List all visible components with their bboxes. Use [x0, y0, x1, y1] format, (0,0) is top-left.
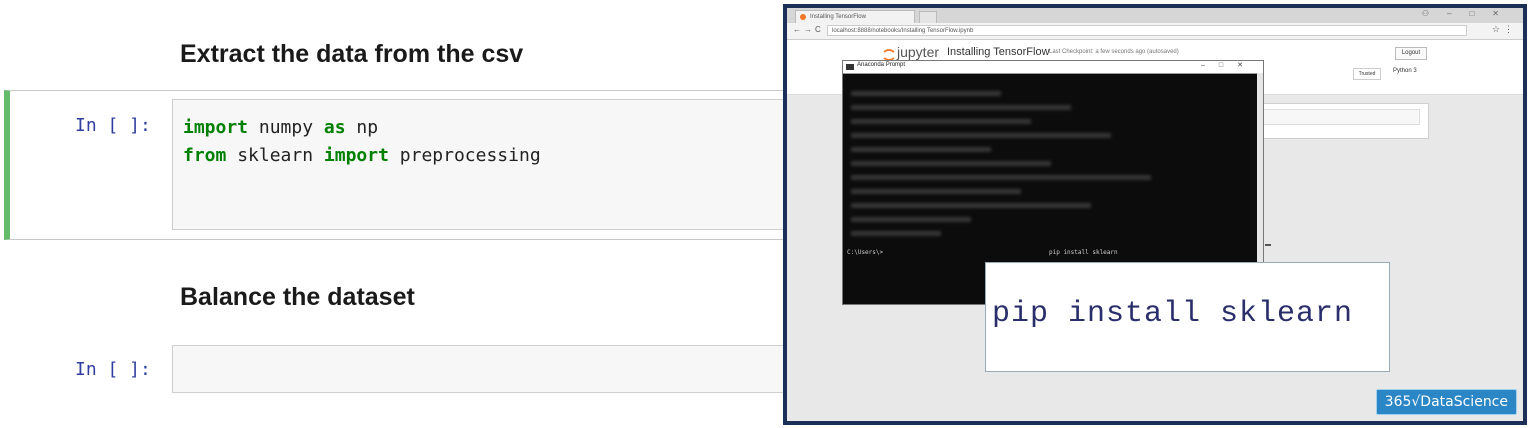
browser-tab[interactable]: Installing TensorFlow: [795, 10, 915, 23]
blurred-output-line: [851, 119, 1031, 124]
url-field[interactable]: localhost:8888/notebooks/Installing Tens…: [827, 25, 1467, 36]
mouse-cursor-icon: [1265, 244, 1271, 246]
terminal-prompt: C:\Users\>: [847, 249, 884, 256]
code-text: numpy: [248, 117, 324, 138]
code-cell-input[interactable]: import numpy as np from sklearn import p…: [172, 99, 792, 230]
empty-code-cell-input[interactable]: [172, 345, 792, 393]
blurred-output-line: [851, 217, 971, 222]
blurred-output-line: [851, 91, 1001, 96]
terminal-titlebar: Anaconda Prompt –□✕: [843, 61, 1263, 74]
notebook-title[interactable]: Installing TensorFlow: [947, 46, 1050, 58]
video-frame: Installing TensorFlow ⚇–□✕ ←→C localhost…: [783, 4, 1527, 425]
keyword: as: [323, 117, 346, 138]
trusted-indicator[interactable]: Trusted: [1353, 68, 1381, 80]
code-text: np: [345, 117, 379, 138]
cell-prompt: In [ ]:: [75, 115, 151, 136]
terminal-title: Anaconda Prompt: [857, 62, 906, 68]
terminal-command: pip install sklearn: [1049, 249, 1118, 256]
browser-menu-icon[interactable]: ☆⋮: [1492, 24, 1517, 35]
code-text: preprocessing: [388, 145, 541, 166]
blurred-output-line: [851, 161, 1051, 166]
zoomed-command-text: pip install sklearn: [992, 297, 1354, 331]
terminal-icon: [846, 64, 854, 70]
blurred-output-line: [851, 147, 991, 152]
window-controls[interactable]: ⚇–□✕: [1422, 9, 1517, 18]
blurred-output-line: [851, 133, 1111, 138]
blurred-output-line: [851, 175, 1151, 180]
blurred-output-line: [851, 203, 1091, 208]
markdown-heading-extract: Extract the data from the csv: [180, 40, 524, 68]
keyword: import: [323, 145, 389, 166]
blurred-output-line: [851, 231, 941, 236]
code-line-1: import numpy as np: [183, 114, 781, 142]
zoomed-command-callout: pip install sklearn: [985, 262, 1390, 372]
code-line-2: from sklearn import preprocessing: [183, 142, 781, 170]
keyword: import: [183, 117, 249, 138]
brand-logo: 365√DataScience: [1375, 389, 1517, 415]
kernel-indicator: Python 3: [1393, 68, 1417, 74]
keyword: from: [183, 145, 227, 166]
code-text: sklearn: [226, 145, 324, 166]
nav-buttons[interactable]: ←→C: [793, 25, 824, 34]
cell-prompt: In [ ]:: [75, 359, 151, 380]
browser-tab-title: Installing TensorFlow: [810, 14, 866, 20]
browser-tab-strip: Installing TensorFlow ⚇–□✕: [787, 8, 1523, 24]
jupyter-favicon-icon: [800, 14, 806, 20]
markdown-heading-balance: Balance the dataset: [180, 283, 415, 311]
jupyter-brand: jupyter: [897, 44, 940, 60]
blurred-output-line: [851, 189, 1021, 194]
logout-button[interactable]: Logout: [1395, 47, 1427, 60]
blurred-output-line: [851, 105, 1071, 110]
browser-address-bar: ←→C localhost:8888/notebooks/Installing …: [787, 23, 1523, 40]
terminal-window-controls[interactable]: –□✕: [1201, 61, 1257, 69]
jupyter-cell[interactable]: [1257, 103, 1429, 139]
checkpoint-status: Last Checkpoint: a few seconds ago (auto…: [1049, 49, 1179, 55]
